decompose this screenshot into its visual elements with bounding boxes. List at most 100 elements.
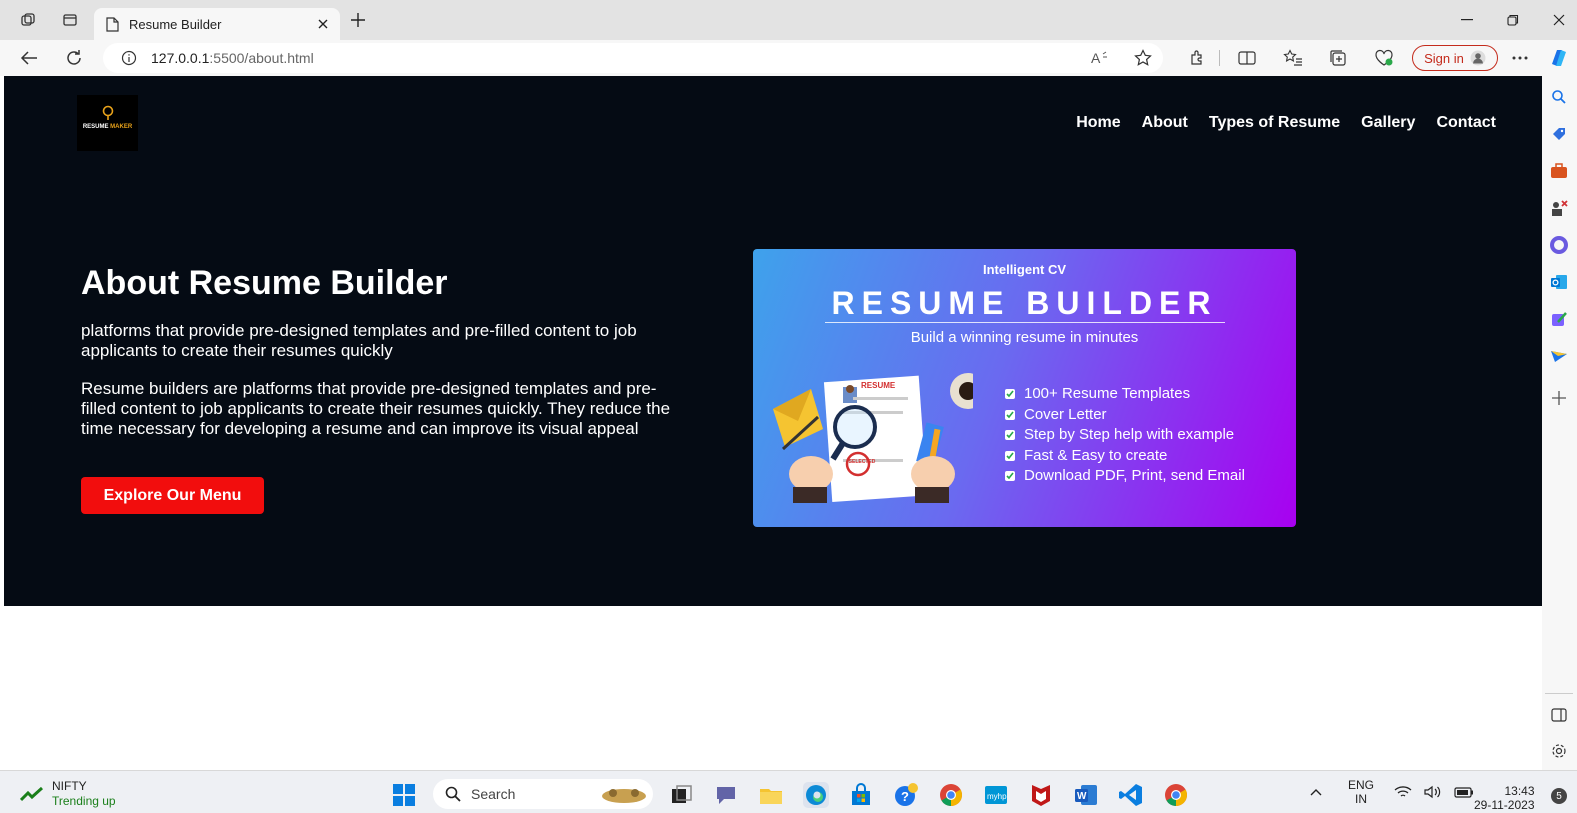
check-icon <box>1005 450 1015 461</box>
profile-avatar-icon <box>1470 50 1486 66</box>
split-screen-icon[interactable] <box>1235 46 1259 70</box>
widgets-ticker[interactable]: NIFTY Trending up <box>20 779 116 809</box>
workspaces-icon[interactable] <box>13 5 43 35</box>
close-window-icon[interactable] <box>1536 4 1577 36</box>
feature-label: Download PDF, Print, send Email <box>1024 467 1245 484</box>
ticker-name: NIFTY <box>52 779 87 793</box>
settings-more-icon[interactable] <box>1508 46 1532 70</box>
feature-list: 100+ Resume Templates Cover Letter Step … <box>1005 384 1245 487</box>
minimize-icon[interactable] <box>1444 4 1490 36</box>
check-icon <box>1005 430 1015 441</box>
show-hidden-icons-icon[interactable] <box>1310 788 1322 796</box>
banner-subtitle: Intelligent CV <box>982 262 1067 277</box>
sidebar-settings-icon[interactable] <box>1548 740 1570 762</box>
wifi-icon[interactable] <box>1394 785 1412 799</box>
shopping-tag-icon[interactable] <box>1548 123 1570 145</box>
paper-resume-label: RESUME <box>861 381 896 390</box>
logo-text-maker: MAKER <box>110 124 133 130</box>
vscode-icon[interactable] <box>1118 782 1144 808</box>
nav-link-types-of-resume[interactable]: Types of Resume <box>1209 114 1340 132</box>
mcafee-icon[interactable] <box>1028 782 1054 808</box>
feature-item: Download PDF, Print, send Email <box>1005 466 1245 487</box>
search-placeholder: Search <box>471 786 516 802</box>
browser-essentials-icon[interactable] <box>1372 46 1396 70</box>
nav-link-contact[interactable]: Contact <box>1436 114 1496 132</box>
battery-icon[interactable] <box>1454 786 1474 798</box>
search-sidebar-icon[interactable] <box>1548 86 1570 108</box>
address-bar[interactable]: 127.0.0.1:5500/about.html <box>103 43 1163 73</box>
myhp-icon[interactable]: myhp <box>983 782 1009 808</box>
close-tab-icon[interactable] <box>318 19 328 29</box>
add-sidebar-app-icon[interactable] <box>1548 387 1570 409</box>
banner-divider <box>825 322 1225 323</box>
search-icon <box>445 786 461 802</box>
games-icon[interactable] <box>1548 197 1570 219</box>
feature-label: 100+ Resume Templates <box>1024 385 1191 402</box>
new-tab-icon[interactable] <box>343 5 373 35</box>
chat-icon[interactable] <box>713 782 739 808</box>
check-icon <box>1005 471 1015 482</box>
sign-in-label: Sign in <box>1424 50 1464 66</box>
svg-text:?: ? <box>901 789 909 804</box>
notification-badge[interactable]: 5 <box>1551 788 1567 804</box>
tab-active[interactable]: Resume Builder <box>94 8 340 40</box>
restore-icon[interactable] <box>1490 4 1536 36</box>
tab-actions-icon[interactable] <box>55 5 85 35</box>
feature-item: Step by Step help with example <box>1005 425 1245 446</box>
tools-briefcase-icon[interactable] <box>1548 160 1570 182</box>
url-host: 127.0.0.1 <box>151 50 210 66</box>
url-path: :5500/about.html <box>209 50 314 66</box>
hide-sidebar-icon[interactable] <box>1548 704 1570 726</box>
tab-title: Resume Builder <box>129 16 222 32</box>
system-tray: ENG IN <box>1310 778 1474 806</box>
clock-date: 29-11-2023 <box>1474 798 1535 812</box>
windows-start-icon[interactable] <box>391 782 417 808</box>
extensions-icon[interactable] <box>1185 46 1209 70</box>
favorite-star-icon[interactable] <box>1131 46 1155 70</box>
store-icon[interactable] <box>848 782 874 808</box>
file-explorer-icon[interactable] <box>758 782 784 808</box>
logo-text-resume: RESUME <box>82 124 109 130</box>
get-help-icon[interactable]: ? <box>893 782 919 808</box>
volume-icon[interactable] <box>1424 785 1442 799</box>
outlook-icon[interactable] <box>1548 271 1570 293</box>
feature-label: Fast & Easy to create <box>1024 446 1168 464</box>
read-aloud-icon[interactable]: A <box>1089 46 1113 70</box>
collections-icon[interactable] <box>1326 46 1350 70</box>
task-view-icon[interactable] <box>668 782 694 808</box>
site-info-icon[interactable] <box>121 50 137 66</box>
edge-icon[interactable] <box>803 782 829 808</box>
clock-time: 13:43 <box>1504 784 1535 798</box>
banner-tagline: Build a winning resume in minutes <box>910 329 1139 346</box>
language-indicator[interactable]: ENG IN <box>1348 778 1374 806</box>
ticker-status: Trending up <box>52 794 116 808</box>
nav-link-home[interactable]: Home <box>1076 114 1120 132</box>
resume-illustration: RESUME SELECTED <box>773 369 973 504</box>
word-icon[interactable]: W <box>1073 782 1099 808</box>
chrome-icon[interactable] <box>938 782 964 808</box>
drop-icon[interactable] <box>1548 345 1570 367</box>
refresh-icon[interactable] <box>62 46 86 70</box>
feature-label: Step by Step help with example <box>1024 426 1235 443</box>
taskbar-search[interactable]: Search <box>433 779 653 809</box>
back-icon[interactable] <box>17 46 41 70</box>
feature-item: 100+ Resume Templates <box>1005 384 1245 405</box>
sign-in-button[interactable]: Sign in <box>1412 45 1498 71</box>
clock[interactable]: 13:43 29-11-2023 <box>1474 784 1535 812</box>
microsoft-365-icon[interactable] <box>1548 234 1570 256</box>
region-code: IN <box>1355 792 1367 806</box>
designer-icon[interactable] <box>1548 308 1570 330</box>
favorites-list-icon[interactable] <box>1281 46 1305 70</box>
check-icon <box>1005 389 1015 400</box>
explore-menu-button[interactable]: Explore Our Menu <box>81 477 264 514</box>
svg-text:A: A <box>1091 50 1101 66</box>
nav-link-gallery[interactable]: Gallery <box>1361 114 1415 132</box>
description-paragraph: Resume builders are platforms that provi… <box>81 379 671 438</box>
feature-label: Cover Letter <box>1024 405 1107 423</box>
site-logo[interactable]: RESUME MAKER <box>77 95 138 151</box>
copilot-icon[interactable] <box>1547 46 1571 70</box>
banner-title: RESUME BUILDER <box>831 285 1218 321</box>
chrome-profile-icon[interactable] <box>1163 782 1189 808</box>
nav-link-about[interactable]: About <box>1142 114 1188 132</box>
check-icon <box>1005 409 1015 420</box>
